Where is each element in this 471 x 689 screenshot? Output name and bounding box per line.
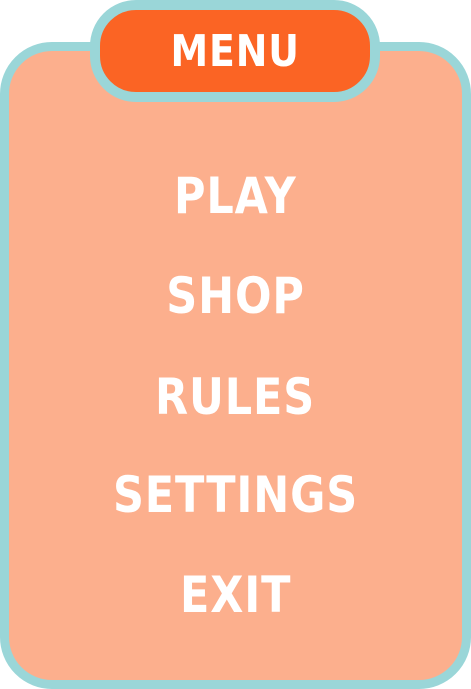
play-button-label: PLAY xyxy=(174,167,297,225)
exit-button[interactable]: EXIT xyxy=(0,565,471,625)
shop-button-label: SHOP xyxy=(166,267,305,325)
rules-button-label: RULES xyxy=(155,368,316,426)
exit-button-label: EXIT xyxy=(179,566,292,624)
shop-button[interactable]: SHOP xyxy=(0,266,471,326)
rules-button[interactable]: RULES xyxy=(0,367,471,427)
play-button[interactable]: PLAY xyxy=(0,166,471,226)
settings-button-label: SETTINGS xyxy=(112,466,359,524)
menu-list: PLAY SHOP RULES SETTINGS EXIT xyxy=(0,0,471,689)
settings-button[interactable]: SETTINGS xyxy=(0,465,471,525)
